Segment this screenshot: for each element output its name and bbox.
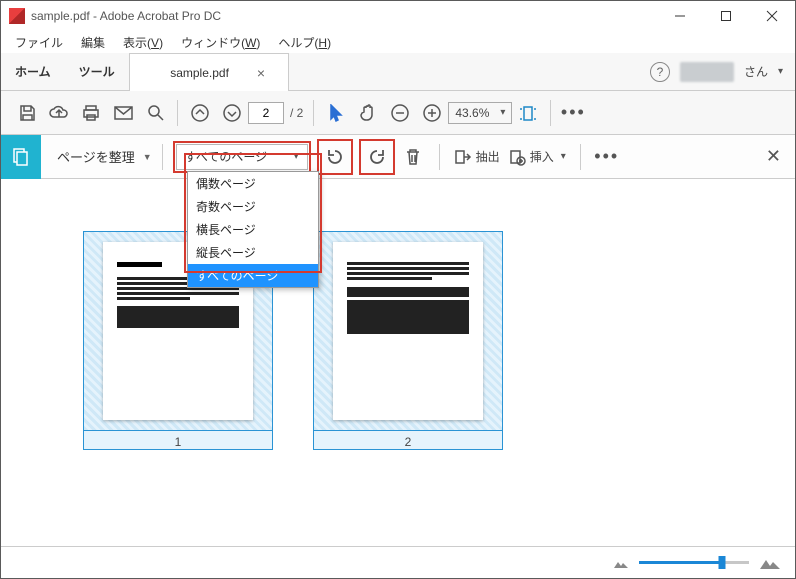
- user-suffix: さん: [744, 63, 768, 80]
- menu-view[interactable]: 表示(V): [115, 32, 171, 53]
- page-number-input[interactable]: [248, 102, 284, 124]
- avatar: [680, 62, 734, 82]
- status-bar: [1, 546, 795, 578]
- menu-file[interactable]: ファイル: [7, 32, 71, 53]
- app-icon: [9, 8, 25, 24]
- organize-pages-tool-icon[interactable]: [1, 135, 41, 179]
- filter-option-all[interactable]: すべてのページ: [188, 264, 318, 287]
- toolbar-separator: [177, 100, 178, 126]
- page-total-label: / 2: [290, 106, 303, 120]
- pointer-icon[interactable]: [320, 97, 352, 129]
- zoom-in-icon[interactable]: [416, 97, 448, 129]
- toolbar-separator: [439, 144, 440, 170]
- thumbnail-workspace: 1 2: [1, 181, 795, 546]
- tab-document[interactable]: sample.pdf ×: [129, 53, 289, 91]
- fit-width-icon[interactable]: [512, 97, 544, 129]
- thumbnail-size-small-icon[interactable]: [613, 557, 629, 569]
- organize-pages-label: ページを整理: [57, 147, 135, 166]
- minimize-button[interactable]: [657, 1, 703, 31]
- rotate-ccw-button[interactable]: [320, 142, 350, 172]
- search-icon[interactable]: [139, 97, 171, 129]
- thumbnail-size-slider[interactable]: [639, 561, 749, 564]
- main-toolbar: / 2 43.6%▾ •••: [1, 91, 795, 135]
- thumbnail-size-large-icon[interactable]: [759, 555, 781, 570]
- menu-help[interactable]: ヘルプ(H): [270, 32, 339, 53]
- organize-label-chevron[interactable]: ▼: [143, 152, 152, 162]
- help-icon[interactable]: ?: [650, 62, 670, 82]
- menu-edit[interactable]: 編集: [73, 32, 113, 53]
- page-up-icon[interactable]: [184, 97, 216, 129]
- hand-icon[interactable]: [352, 97, 384, 129]
- filter-option-portrait[interactable]: 縦長ページ: [188, 241, 318, 264]
- toolbar-separator: [550, 100, 551, 126]
- title-bar: sample.pdf - Adobe Acrobat Pro DC: [1, 1, 795, 31]
- rotate-cw-button[interactable]: [362, 142, 392, 172]
- extract-pages-button[interactable]: 抽出: [450, 148, 504, 166]
- page-number-label: 2: [313, 431, 503, 450]
- page-down-icon[interactable]: [216, 97, 248, 129]
- filter-option-odd[interactable]: 奇数ページ: [188, 195, 318, 218]
- cloud-upload-icon[interactable]: [43, 97, 75, 129]
- zoom-out-icon[interactable]: [384, 97, 416, 129]
- extract-icon: [454, 148, 472, 166]
- more-icon[interactable]: •••: [557, 97, 589, 129]
- page-thumbnail-2[interactable]: 2: [313, 231, 503, 450]
- print-icon[interactable]: [75, 97, 107, 129]
- close-button[interactable]: [749, 1, 795, 31]
- toolbar-separator: [580, 144, 581, 170]
- user-menu-chevron[interactable]: ▾: [778, 66, 783, 77]
- insert-pages-button[interactable]: 挿入▾: [504, 148, 570, 166]
- page-filter-dropdown[interactable]: すべてのページ▾: [176, 144, 308, 170]
- page-filter-menu: 偶数ページ 奇数ページ 横長ページ 縦長ページ すべてのページ: [187, 171, 319, 288]
- tab-close-icon[interactable]: ×: [257, 65, 265, 81]
- window-title: sample.pdf - Adobe Acrobat Pro DC: [31, 9, 657, 23]
- mail-icon[interactable]: [107, 97, 139, 129]
- organize-pages-bar: ページを整理 ▼ すべてのページ▾ 抽出 挿入▾ ••• ✕: [1, 135, 795, 179]
- tab-bar: ホーム ツール sample.pdf × ? さん ▾: [1, 53, 795, 91]
- filter-option-even[interactable]: 偶数ページ: [188, 172, 318, 195]
- filter-option-landscape[interactable]: 横長ページ: [188, 218, 318, 241]
- page-number-label: 1: [83, 431, 273, 450]
- window-controls: [657, 1, 795, 31]
- maximize-button[interactable]: [703, 1, 749, 31]
- save-icon[interactable]: [11, 97, 43, 129]
- organize-close-button[interactable]: ✕: [766, 146, 781, 167]
- delete-page-icon[interactable]: [397, 141, 429, 173]
- menu-window[interactable]: ウィンドウ(W): [173, 32, 268, 53]
- tab-document-label: sample.pdf: [170, 66, 229, 80]
- organize-more-icon[interactable]: •••: [591, 141, 623, 173]
- tab-tools[interactable]: ツール: [65, 53, 129, 90]
- toolbar-separator: [162, 144, 163, 170]
- insert-icon: [508, 148, 526, 166]
- zoom-level-select[interactable]: 43.6%▾: [448, 102, 512, 124]
- toolbar-separator: [313, 100, 314, 126]
- menu-bar: ファイル 編集 表示(V) ウィンドウ(W) ヘルプ(H): [1, 31, 795, 53]
- page-preview: [333, 242, 483, 420]
- tab-home[interactable]: ホーム: [1, 53, 65, 90]
